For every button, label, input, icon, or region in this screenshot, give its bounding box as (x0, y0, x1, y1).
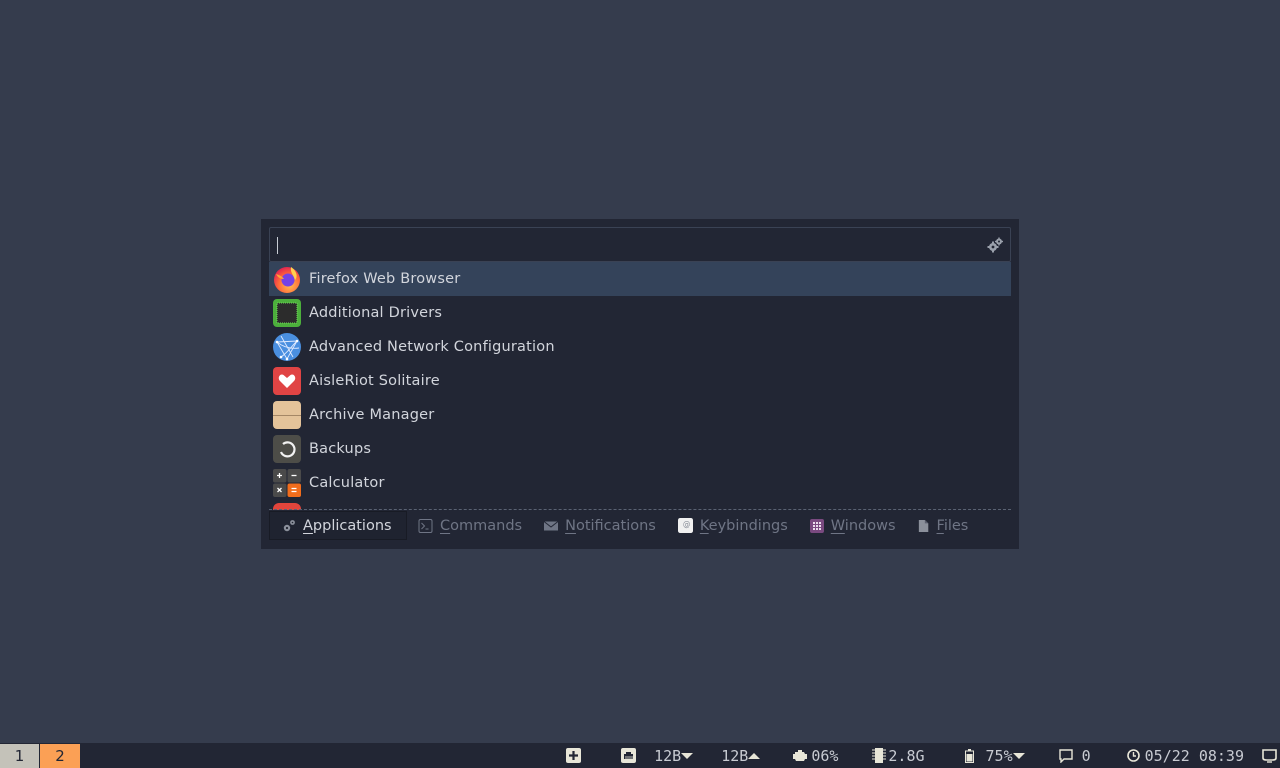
plus-box-icon (566, 748, 582, 763)
tab-label: Files (936, 517, 969, 534)
item-label: Additional Drivers (309, 305, 443, 321)
monitor-icon (1262, 748, 1277, 763)
heart-card-icon (273, 367, 301, 395)
tab-commands[interactable]: Commands (407, 511, 533, 540)
battery-icon (964, 748, 974, 763)
item-label: Firefox Web Browser (309, 271, 461, 287)
file-icon (918, 519, 928, 532)
cpu-widget[interactable]: 06% (792, 747, 838, 765)
chip-icon (273, 299, 301, 327)
clock-icon (1126, 749, 1140, 762)
net-down-widget[interactable]: 12B (654, 746, 694, 765)
datetime-value: 05/22 08:39 (1144, 746, 1244, 765)
cpu-value: 06% (811, 746, 839, 765)
tab-label: Keybindings (699, 517, 788, 534)
tab-label: Commands (440, 517, 523, 534)
gears-icon[interactable] (986, 237, 1004, 253)
net-up-widget[interactable]: 12B (721, 746, 761, 765)
taskbar: 1 2 12B 12B 06% 2.8G 75% 0 05/22 08:39 (0, 743, 1280, 768)
list-item[interactable]: AisleRiot Solitaire (269, 364, 1011, 398)
memory-chip-icon (872, 748, 887, 763)
tab-label: Notifications (565, 517, 656, 534)
search-input[interactable] (269, 227, 1011, 262)
keyboard-key-icon: @ (677, 518, 693, 533)
system-tray: 12B 12B 06% 2.8G 75% 0 05/22 08:39 (566, 743, 1280, 768)
list-item[interactable]: Calculator (269, 466, 1011, 500)
network-widget[interactable] (621, 748, 637, 763)
terminal-icon (418, 518, 433, 533)
application-list: Firefox Web Browser Additional Drivers A… (269, 262, 1011, 510)
arrow-down-icon (1012, 752, 1025, 759)
firefox-icon (274, 267, 300, 293)
workspace-2-button[interactable]: 2 (40, 743, 80, 768)
windows-grid-icon (809, 518, 824, 533)
list-item[interactable]: Additional Drivers (269, 296, 1011, 330)
item-label: AisleRiot Solitaire (309, 373, 440, 389)
item-label: Backups (309, 441, 372, 457)
tab-label: Windows (830, 517, 896, 534)
item-label: Archive Manager (309, 407, 435, 423)
net-down-value: 12B (654, 746, 682, 765)
gears-icon (283, 519, 295, 531)
list-item[interactable]: Backups (269, 432, 1011, 466)
tab-windows[interactable]: Windows (799, 511, 907, 540)
ethernet-icon (621, 748, 637, 763)
arrow-up-icon (748, 752, 761, 759)
net-up-value: 12B (721, 746, 749, 765)
clock-widget[interactable]: 05/22 08:39 (1126, 746, 1244, 765)
engine-icon (793, 750, 808, 761)
notifications-widget[interactable]: 0 (1058, 746, 1091, 765)
memory-value: 2.8G (888, 746, 925, 765)
tab-keybindings[interactable]: @ Keybindings (667, 511, 799, 540)
workspace-1-button[interactable]: 1 (0, 743, 40, 768)
battery-widget[interactable]: 75% (964, 746, 1025, 765)
envelope-icon (544, 520, 559, 530)
tab-notifications[interactable]: Notifications (533, 511, 667, 540)
svg-text:@: @ (683, 520, 691, 529)
tab-files[interactable]: Files (907, 511, 980, 540)
tab-applications[interactable]: Applications (269, 511, 407, 540)
calculator-icon (273, 469, 301, 497)
item-label: Calculator (309, 475, 385, 491)
list-item[interactable]: Firefox Web Browser (269, 262, 1011, 296)
item-label: Advanced Network Configuration (309, 339, 555, 355)
tab-label: Applications (303, 517, 392, 534)
backup-circle-icon (273, 435, 301, 463)
list-item[interactable]: Archive Manager (269, 398, 1011, 432)
memory-widget[interactable]: 2.8G (872, 746, 925, 765)
text-caret (277, 237, 278, 254)
battery-value: 75% (985, 746, 1013, 765)
chat-bubble-icon (1058, 748, 1073, 763)
archive-box-icon (273, 401, 301, 429)
arrow-down-icon (681, 752, 694, 759)
divider (269, 509, 1011, 510)
add-widget[interactable] (566, 748, 582, 763)
mode-tabs: Applications Commands Notifications @ Ke… (269, 511, 979, 540)
notifications-count: 0 (1081, 746, 1091, 765)
app-launcher: Firefox Web Browser Additional Drivers A… (261, 219, 1019, 549)
network-globe-icon (273, 333, 301, 361)
show-desktop-button[interactable] (1262, 748, 1277, 763)
list-item[interactable]: Advanced Network Configuration (269, 330, 1011, 364)
